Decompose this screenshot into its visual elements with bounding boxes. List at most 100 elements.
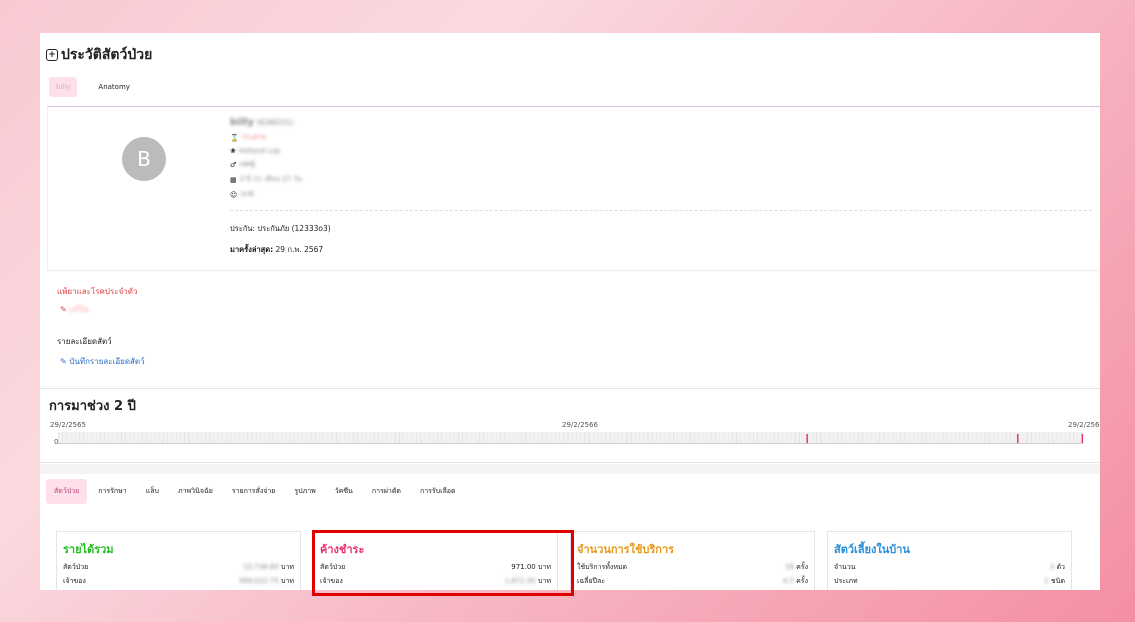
timeline-day-tick: [209, 432, 211, 443]
timeline-day-tick: [285, 432, 287, 443]
timeline-day-tick: [580, 432, 581, 443]
timeline-day-tick: [357, 432, 358, 443]
timeline-day-tick: [702, 432, 704, 443]
timeline-day-tick: [567, 432, 569, 443]
timeline-day-tick: [1052, 432, 1053, 443]
timeline-visit-mark: [1017, 434, 1019, 443]
card-row-label: สัตว์ป่วย: [63, 563, 89, 571]
timeline-day-tick: [904, 432, 906, 443]
timeline-day-tick: [306, 432, 308, 443]
tab-7[interactable]: การผ่าตัด: [364, 479, 409, 504]
timeline-day-tick: [681, 432, 683, 443]
cake-icon: ▦: [230, 175, 237, 184]
timeline-day-tick: [571, 432, 573, 443]
timeline-day-tick: [331, 432, 333, 443]
timeline-day-tick: [146, 432, 148, 443]
timeline-day-tick: [87, 432, 89, 443]
details-edit-link[interactable]: ✎ บันทึกรายละเอียดสัตว์: [60, 355, 145, 368]
bottom-tabs: สัตว์ป่วย การรักษา แล็บ ภาพวินิจฉัย รายการสั…: [46, 479, 464, 504]
allergy-edit-link[interactable]: ✎ แก้ไข: [60, 303, 89, 316]
timeline-day-tick: [790, 432, 792, 443]
card-row-unit: บาท: [281, 577, 294, 585]
card-row-unit: ตัว: [1056, 563, 1065, 571]
timeline-day-tick: [159, 432, 160, 443]
timeline-day-tick: [234, 432, 236, 443]
paw-icon: ❀: [230, 147, 236, 155]
timeline-title: การมาช่วง 2 ปี: [49, 399, 136, 414]
timeline-day-tick: [293, 432, 295, 443]
last-visit: มาครั้งล่าสุด: 29 ก.พ. 2567: [230, 245, 324, 254]
timeline-day-tick: [862, 432, 864, 443]
timeline-day-tick: [546, 432, 548, 443]
tab-billy[interactable]: billy: [49, 77, 78, 97]
timeline-day-tick: [272, 432, 274, 443]
timeline-day-tick: [1060, 432, 1062, 443]
timeline-day-tick: [816, 432, 817, 443]
timeline-day-tick: [651, 432, 653, 443]
timeline-day-tick: [184, 432, 185, 443]
timeline-day-tick: [1005, 432, 1007, 443]
patient-code: (636031): [256, 118, 294, 127]
tab-5[interactable]: รูปภาพ: [286, 479, 323, 504]
timeline-day-tick: [243, 432, 244, 443]
timeline-day-tick: [226, 432, 228, 443]
card-row-value: 15,738.60: [243, 563, 279, 571]
timeline-day-tick: [462, 432, 463, 443]
timeline-visit-mark: [1081, 434, 1084, 443]
timeline-day-tick: [205, 432, 207, 443]
timeline-day-tick: [959, 432, 961, 443]
tab-1[interactable]: การรักษา: [90, 479, 134, 504]
timeline-day-tick: [129, 432, 131, 443]
tab-anatomy[interactable]: Anatomy: [91, 77, 137, 97]
timeline-day-tick: [323, 432, 324, 443]
timeline-day-tick: [626, 432, 628, 443]
timeline-day-tick: [824, 432, 826, 443]
timeline-day-tick: [66, 432, 68, 443]
tab-4[interactable]: รายการสั่งจ่าย: [224, 479, 284, 504]
tab-3[interactable]: ภาพวินิจฉัย: [170, 479, 221, 504]
timeline-day-tick: [664, 432, 666, 443]
summary-card: สัตว์เลี้ยงในบ้าน จำนวน 3 ตัว ประเภท 2 ชนิด: [827, 531, 1072, 590]
timeline-day-tick: [727, 432, 729, 443]
timeline-day-tick: [643, 432, 645, 443]
tab-2[interactable]: แล็บ: [138, 479, 167, 504]
timeline-day-tick: [314, 432, 316, 443]
timeline-day-tick: [833, 432, 834, 443]
timeline-day-tick: [508, 432, 510, 443]
tab-8[interactable]: การรับเลือด: [412, 479, 464, 504]
timeline-day-tick: [453, 432, 455, 443]
timeline-day-tick: [866, 432, 868, 443]
timeline-day-tick: [689, 432, 691, 443]
timeline-day-tick: [715, 432, 716, 443]
timeline-day-tick: [744, 432, 746, 443]
timeline-day-tick: [264, 432, 266, 443]
timeline-day-tick: [411, 432, 413, 443]
top-tabs: billy Anatomy: [49, 77, 137, 97]
timeline-day-tick: [399, 432, 400, 443]
timeline-day-tick: [247, 432, 249, 443]
tab-6[interactable]: วัคซีน: [327, 479, 361, 504]
timeline-day-tick: [685, 432, 687, 443]
timeline-day-tick: [761, 432, 763, 443]
summary-card: จำนวนการใช้บริการ ใช้บริการทั้งหมด 18 ครั้…: [570, 531, 815, 590]
timeline-day-tick: [340, 432, 341, 443]
timeline-day-tick: [79, 432, 80, 443]
timeline-day-tick: [731, 432, 733, 443]
timeline-day-tick: [896, 432, 897, 443]
timeline-day-tick: [382, 432, 383, 443]
timeline-day-tick: [298, 432, 299, 443]
timeline-day-tick: [466, 432, 468, 443]
timeline-day-tick: [310, 432, 312, 443]
timeline-day-tick: [584, 432, 586, 443]
timeline-day-tick: [883, 432, 885, 443]
tab-0[interactable]: สัตว์ป่วย: [46, 479, 88, 504]
card-row: เจ้าของ 369,022.75 บาท: [63, 576, 294, 587]
timeline-day-tick: [407, 432, 409, 443]
timeline-day-tick: [820, 432, 822, 443]
timeline-chart: [58, 432, 1084, 444]
timeline-day-tick: [1001, 432, 1003, 443]
timeline-day-tick: [576, 432, 577, 443]
medical-add-icon: +: [46, 49, 58, 61]
visit-timeline: การมาช่วง 2 ปี 29/2/2565 29/2/2566 29/2/…: [40, 388, 1100, 463]
timeline-day-tick: [1068, 432, 1070, 443]
